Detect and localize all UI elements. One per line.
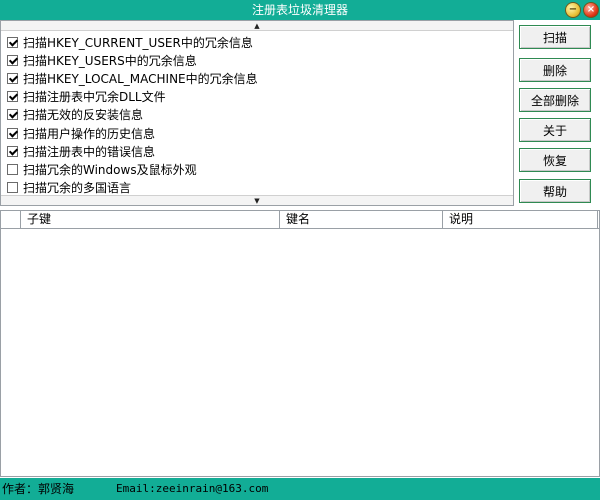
scan-option-errors[interactable]: 扫描注册表中的错误信息	[7, 142, 258, 160]
results-table[interactable]: 子键 键名 说明	[0, 210, 600, 477]
option-label: 扫描用户操作的历史信息	[23, 126, 156, 141]
scan-option-windows-cursors[interactable]: 扫描冗余的Windows及鼠标外观	[7, 160, 258, 178]
option-label: 扫描注册表中冗余DLL文件	[23, 90, 166, 105]
scan-options-list: 扫描HKEY_CURRENT_USER中的冗余信息 扫描HKEY_USERS中的…	[7, 33, 258, 197]
scan-option-languages[interactable]: 扫描冗余的多国语言	[7, 179, 258, 197]
scan-options-panel: ▲ 扫描HKEY_CURRENT_USER中的冗余信息 扫描HKEY_USERS…	[0, 20, 514, 206]
scan-option-uninstall[interactable]: 扫描无效的反安装信息	[7, 106, 258, 124]
checkbox[interactable]	[7, 145, 18, 157]
help-button[interactable]: 帮助	[519, 179, 591, 203]
checkbox[interactable]	[7, 163, 18, 175]
option-label: 扫描HKEY_CURRENT_USER中的冗余信息	[23, 35, 253, 50]
scroll-down-icon: ▼	[254, 196, 260, 205]
checkbox[interactable]	[7, 109, 18, 121]
delete-all-button[interactable]: 全部删除	[519, 88, 591, 112]
header-corner	[1, 211, 21, 229]
scroll-up-icon: ▲	[254, 21, 260, 30]
delete-button[interactable]: 删除	[519, 58, 591, 82]
about-button[interactable]: 关于	[519, 118, 591, 142]
scan-option-current-user[interactable]: 扫描HKEY_CURRENT_USER中的冗余信息	[7, 33, 258, 51]
restore-button[interactable]: 恢复	[519, 148, 591, 172]
title-bar: 注册表垃圾清理器 − ×	[0, 0, 600, 20]
checkbox[interactable]	[7, 182, 18, 194]
option-label: 扫描冗余的多国语言	[23, 181, 132, 196]
window-title: 注册表垃圾清理器	[251, 3, 348, 17]
checkbox[interactable]	[7, 91, 18, 103]
scan-option-users[interactable]: 扫描HKEY_USERS中的冗余信息	[7, 51, 258, 69]
close-icon[interactable]: ×	[583, 2, 599, 18]
author-text: 作者：郭贤海	[2, 482, 75, 496]
option-label: 扫描冗余的Windows及鼠标外观	[23, 162, 197, 177]
scroll-down-button[interactable]: ▼	[1, 195, 513, 205]
scroll-up-button[interactable]: ▲	[1, 21, 513, 31]
scan-button[interactable]: 扫描	[519, 25, 591, 49]
option-label: 扫描HKEY_USERS中的冗余信息	[23, 53, 197, 68]
checkbox[interactable]	[7, 127, 18, 139]
status-bar: 作者：郭贤海 Email:zeeinrain@163.com	[0, 478, 600, 500]
column-header-key-name[interactable]: 键名	[280, 211, 443, 229]
checkbox[interactable]	[7, 36, 18, 48]
column-header-subkey[interactable]: 子键	[21, 211, 280, 229]
column-header-description[interactable]: 说明	[443, 211, 598, 229]
email-text: Email:zeeinrain@163.com	[116, 482, 269, 495]
scan-option-history[interactable]: 扫描用户操作的历史信息	[7, 124, 258, 142]
option-label: 扫描注册表中的错误信息	[23, 144, 156, 159]
checkbox[interactable]	[7, 54, 18, 66]
option-label: 扫描无效的反安装信息	[23, 108, 144, 123]
option-label: 扫描HKEY_LOCAL_MACHINE中的冗余信息	[23, 71, 258, 86]
scan-option-dll[interactable]: 扫描注册表中冗余DLL文件	[7, 88, 258, 106]
checkbox[interactable]	[7, 72, 18, 84]
minimize-icon[interactable]: −	[565, 2, 581, 18]
scan-option-local-machine[interactable]: 扫描HKEY_LOCAL_MACHINE中的冗余信息	[7, 69, 258, 87]
table-header: 子键 键名 说明	[1, 211, 599, 229]
